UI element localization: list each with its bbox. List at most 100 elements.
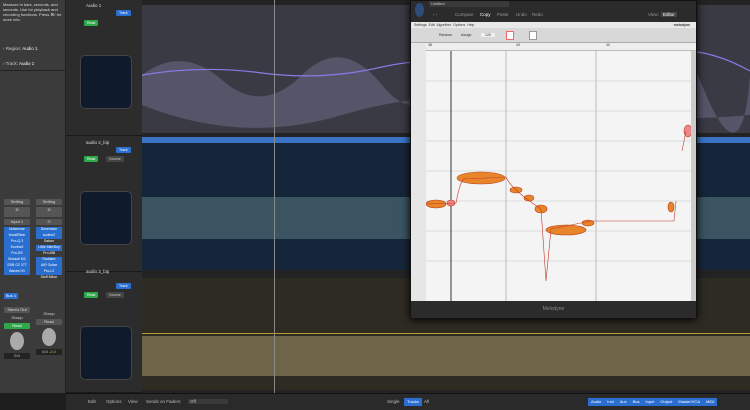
input-button[interactable]: Input 1 — [4, 219, 30, 225]
mode-single[interactable]: Single — [387, 399, 400, 404]
plugin-slot[interactable]: Saturn — [36, 239, 62, 245]
vertical-scrollbar[interactable] — [691, 51, 696, 301]
mode-tracks[interactable]: Tracks — [404, 398, 422, 406]
waveform-icon — [80, 55, 132, 109]
nav-arrows[interactable]: ‹ › — [433, 12, 437, 17]
filter-aux[interactable]: Aux — [616, 398, 630, 406]
plugin-slot[interactable]: Bricasti M2 — [4, 257, 30, 263]
track-header-2[interactable]: audio 2_bip Track Read Volume — [66, 136, 142, 272]
plugin-slot[interactable]: SSB G2 377 — [4, 263, 30, 269]
mode-all[interactable]: All — [424, 399, 429, 404]
preset-field[interactable]: Untitled — [429, 1, 509, 7]
random-button[interactable]: Random — [439, 33, 452, 37]
main-tool-icon[interactable] — [529, 31, 537, 40]
menu-settings[interactable]: Settings — [414, 23, 427, 27]
divider — [0, 70, 66, 71]
link-icon[interactable]: ⊘ — [36, 207, 62, 217]
region-disclosure[interactable]: › Region: Audio 1 — [3, 46, 38, 51]
track-name[interactable]: Audio 1 — [86, 3, 101, 8]
pan-knob[interactable] — [42, 327, 56, 346]
track-header-1[interactable]: Audio 1 Track Read — [66, 0, 142, 136]
compare-button[interactable]: Compare — [455, 12, 474, 17]
copy-button[interactable]: Copy — [480, 12, 491, 17]
paste-button[interactable]: Paste — [497, 12, 509, 17]
group-slot[interactable]: Group — [36, 311, 62, 317]
region-value: Audio 1 — [22, 46, 38, 51]
filter-input[interactable]: Input — [642, 398, 658, 406]
filter-master-vca[interactable]: Master/VCA — [675, 398, 703, 406]
view-label: View: — [648, 12, 659, 17]
automation-line — [142, 333, 750, 334]
menu-help[interactable]: Help — [467, 23, 474, 27]
automation-mode[interactable]: Read — [84, 20, 99, 26]
track-button[interactable]: Track — [116, 283, 131, 289]
pitch-tool-icon[interactable] — [506, 31, 514, 40]
automation-read[interactable]: Read — [4, 322, 30, 329]
region-label: Region: — [5, 46, 22, 51]
plugin-slot[interactable]: Soothe2 — [4, 245, 30, 251]
menu-options[interactable]: Options — [453, 23, 465, 27]
plugin-slot[interactable]: Pro-L2 — [36, 269, 62, 275]
track-name[interactable]: audio 3_bip — [86, 269, 109, 274]
send-slot[interactable]: Bus 1 — [4, 292, 18, 299]
automation-read[interactable]: Read — [36, 318, 62, 325]
plugin-slot[interactable]: Pro-DS — [4, 251, 30, 257]
plugin-slot[interactable]: Stuff Minor — [36, 275, 62, 281]
plugin-slot[interactable]: Pro-Q 3 — [4, 239, 30, 245]
volume-readout: 0.0 -2.0 — [36, 348, 62, 355]
filter-inst[interactable]: Inst — [604, 398, 617, 406]
redo-button[interactable]: Redo — [532, 12, 543, 17]
plugin-slot[interactable]: Dimension — [36, 227, 62, 233]
menu-edit[interactable]: Edit — [429, 23, 435, 27]
sends-on-faders-select[interactable]: Off — [188, 399, 228, 404]
track-header-3[interactable]: audio 3_bip Track Read Volume — [66, 269, 142, 393]
menu-edit[interactable]: Edit — [88, 399, 96, 404]
toolbar: Random Assign 120 — [411, 28, 696, 43]
undo-button[interactable]: Undo — [516, 12, 527, 17]
automation-param[interactable]: Volume — [106, 156, 124, 162]
automation-mode[interactable]: Read — [84, 292, 99, 298]
filter-bus[interactable]: Bus — [629, 398, 643, 406]
track-headers: Audio 1 Track Read audio 2_bip Track Rea… — [66, 0, 142, 393]
tempo-field[interactable]: 120 — [481, 33, 495, 37]
plugin-slot[interactable]: VocalRider — [4, 233, 30, 239]
volume-value: 0.0 — [42, 348, 48, 354]
plugin-slot[interactable]: soothe2 — [36, 233, 62, 239]
plugin-slot[interactable]: AIR Guitar — [36, 263, 62, 269]
track-disclosure[interactable]: › Track: Audio 1 — [3, 61, 34, 66]
filter-audio[interactable]: Audio — [588, 398, 605, 406]
setting-button[interactable]: Setting — [36, 199, 62, 205]
timeline-ruler[interactable]: 38 39 40 — [426, 43, 696, 51]
plugin-slot[interactable]: Little AlterBoy — [36, 245, 62, 251]
output-slot[interactable]: Stereo Out — [4, 306, 30, 313]
menu-algorithm[interactable]: Algorithm — [436, 23, 451, 27]
group-slot[interactable]: Group — [4, 315, 30, 321]
notes — [426, 51, 691, 301]
piano-keys — [411, 43, 426, 301]
track-button[interactable]: Track — [116, 147, 131, 153]
automation-param[interactable]: Volume — [106, 292, 124, 298]
volume-readout: 0.0 — [4, 352, 30, 359]
setting-button[interactable]: Setting — [4, 199, 30, 205]
pan-knob[interactable] — [10, 331, 24, 350]
filter-midi[interactable]: MIDI — [702, 398, 718, 406]
waveform — [142, 336, 750, 376]
view-select[interactable]: Editor — [661, 12, 677, 17]
automation-mode[interactable]: Read — [84, 156, 99, 162]
track-name[interactable]: audio 2_bip — [86, 140, 109, 145]
assign-button[interactable]: Assign — [461, 33, 472, 37]
plugin-slot[interactable]: Pro-MB — [36, 251, 62, 257]
playhead[interactable] — [274, 0, 275, 393]
filter-output[interactable]: Output — [657, 398, 676, 406]
power-icon[interactable] — [415, 3, 424, 17]
plugin-slot[interactable]: Noisecrue — [4, 227, 30, 233]
track-button[interactable]: Track — [116, 10, 131, 16]
help-text: Measure in bars, seconds, and seconds. U… — [3, 2, 62, 22]
input-button[interactable]: ⊙ — [36, 219, 62, 225]
plugin-slot[interactable]: Radiator — [36, 257, 62, 263]
plugin-slot[interactable]: Waves H1 — [4, 269, 30, 275]
menu-options[interactable]: Options — [106, 399, 122, 404]
menu-view[interactable]: View — [128, 399, 138, 404]
note-editor[interactable] — [426, 51, 691, 301]
link-icon[interactable]: ⊘ — [4, 207, 30, 217]
